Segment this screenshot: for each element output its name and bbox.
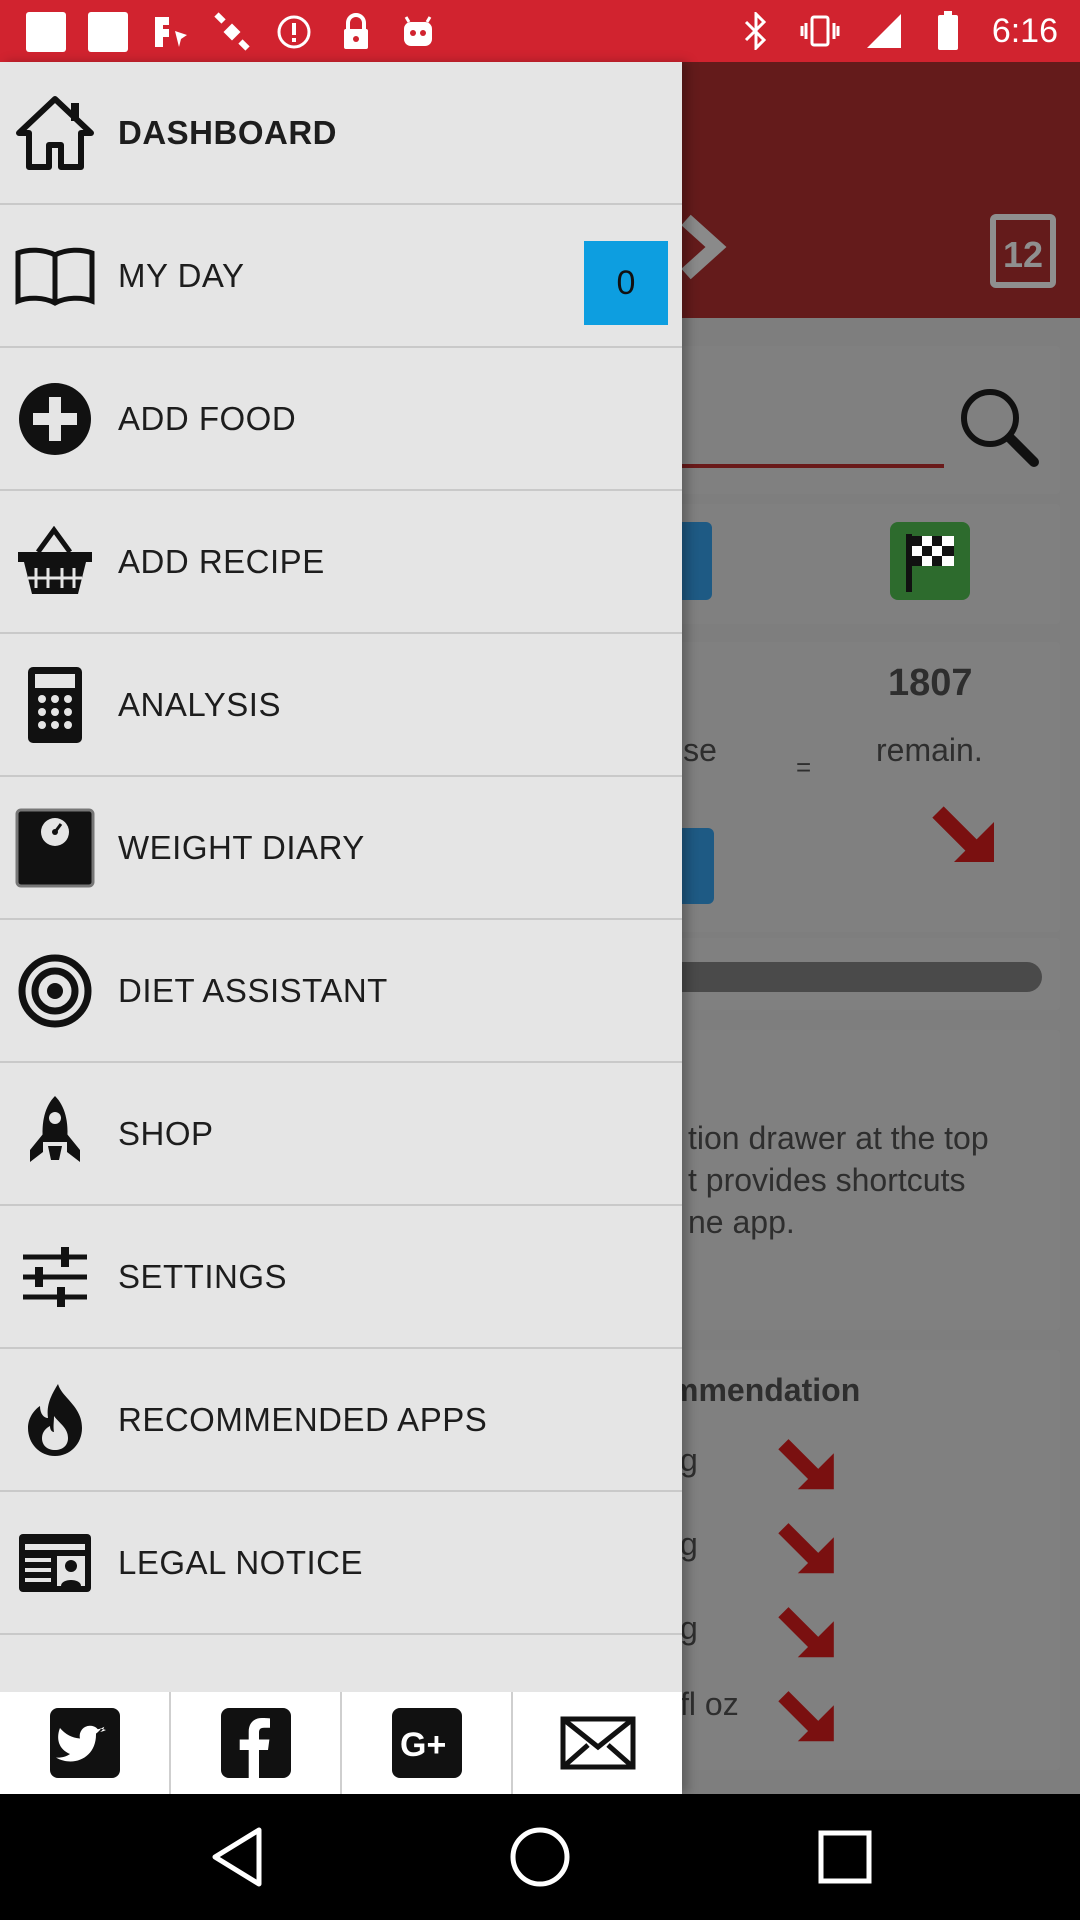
- plus-circle-icon: [14, 378, 96, 460]
- rec-arrow-icon: [778, 1428, 850, 1505]
- battery-icon: [928, 11, 968, 51]
- rec-arrow-icon: [778, 1512, 850, 1589]
- basket-icon: [14, 521, 96, 603]
- remaining-calories: 1807: [888, 662, 973, 704]
- rec-arrow-icon: [778, 1596, 850, 1673]
- tip-line-1: tion drawer at the top: [688, 1120, 989, 1156]
- menu-label-analysis: ANALYSIS: [118, 685, 281, 723]
- facebook-icon: [220, 1708, 291, 1778]
- facebook-share-button[interactable]: [171, 1692, 342, 1794]
- navigation-drawer: DASHBOARD MY DAY 0 ADD FOOD ADD RECIPE A…: [0, 62, 682, 1794]
- goal-flag-icon[interactable]: [890, 522, 970, 600]
- menu-item-add-recipe[interactable]: ADD RECIPE: [0, 491, 682, 634]
- menu-item-settings[interactable]: SETTINGS: [0, 1206, 682, 1349]
- menu-label-dashboard: DASHBOARD: [118, 113, 337, 151]
- social-share-bar: G+: [0, 1692, 682, 1794]
- remain-label: remain.: [876, 732, 983, 768]
- vibrate-icon: [800, 11, 840, 51]
- calendar-day: 12: [1002, 234, 1044, 275]
- image-icon: [88, 12, 128, 52]
- trend-arrow-icon: [932, 794, 1012, 879]
- menu-item-diet-assistant[interactable]: DIET ASSISTANT: [0, 920, 682, 1063]
- menu-item-weight-diary[interactable]: WEIGHT DIARY: [0, 777, 682, 920]
- menu-label-recommended-apps: RECOMMENDED APPS: [118, 1400, 488, 1438]
- mail-icon: [560, 1716, 635, 1770]
- google-plus-icon: G+: [391, 1708, 462, 1778]
- rec-unit-2: g: [680, 1526, 698, 1562]
- fake-gps-icon: [150, 12, 190, 52]
- status-bar: 6:16: [0, 0, 1080, 62]
- calculator-icon: [14, 664, 96, 746]
- flame-icon: [14, 1379, 96, 1461]
- search-icon[interactable]: [956, 384, 1042, 475]
- alert-icon: [274, 12, 314, 52]
- rec-unit-3: g: [680, 1610, 698, 1646]
- twitter-share-button[interactable]: [0, 1692, 171, 1794]
- android-icon: [398, 12, 438, 52]
- menu-label-diet-assistant: DIET ASSISTANT: [118, 971, 388, 1009]
- menu-item-recommended-apps[interactable]: RECOMMENDED APPS: [0, 1349, 682, 1492]
- rec-unit-4: fl oz: [680, 1686, 739, 1722]
- menu-label-my-day: MY DAY: [118, 256, 245, 294]
- menu-label-add-recipe: ADD RECIPE: [118, 542, 325, 580]
- bluetooth-icon: [736, 11, 776, 51]
- tip-line-3: ne app.: [688, 1204, 795, 1240]
- recents-icon[interactable]: [812, 1824, 878, 1890]
- sliders-icon: [14, 1236, 96, 1318]
- back-icon[interactable]: [204, 1824, 270, 1890]
- book-icon: [14, 235, 96, 317]
- id-card-icon: [14, 1522, 96, 1604]
- equals-sign: =: [796, 752, 812, 782]
- menu-label-weight-diary: WEIGHT DIARY: [118, 828, 365, 866]
- tip-line-2: t provides shortcuts: [688, 1162, 966, 1198]
- menu-label-settings: SETTINGS: [118, 1257, 288, 1295]
- image-icon: [26, 12, 66, 52]
- menu-item-my-day[interactable]: MY DAY 0: [0, 205, 682, 348]
- clock-time: 6:16: [991, 11, 1058, 50]
- menu-item-shop[interactable]: SHOP: [0, 1063, 682, 1206]
- home-circle-icon[interactable]: [507, 1824, 573, 1890]
- system-nav-bar: [0, 1794, 1080, 1920]
- menu-label-legal-notice: LEGAL NOTICE: [118, 1543, 364, 1581]
- my-day-count-badge: 0: [584, 241, 668, 325]
- rec-arrow-icon: [778, 1680, 850, 1757]
- menu-label-shop: SHOP: [118, 1114, 214, 1152]
- rocket-icon: [14, 1093, 96, 1175]
- menu-item-analysis[interactable]: ANALYSIS: [0, 634, 682, 777]
- menu-item-dashboard[interactable]: DASHBOARD: [0, 62, 682, 205]
- home-icon: [14, 92, 96, 174]
- menu-label-add-food: ADD FOOD: [118, 399, 297, 437]
- twitter-icon: [49, 1708, 120, 1778]
- scale-icon: [14, 807, 96, 889]
- target-icon: [14, 950, 96, 1032]
- calendar-icon[interactable]: 12: [990, 214, 1056, 288]
- menu-item-legal-notice[interactable]: LEGAL NOTICE: [0, 1492, 682, 1635]
- signal-icon: [864, 11, 904, 51]
- email-share-button[interactable]: [513, 1692, 682, 1794]
- satellite-icon: [212, 12, 252, 52]
- recommendation-title: mmendation: [670, 1372, 861, 1408]
- menu-item-add-food[interactable]: ADD FOOD: [0, 348, 682, 491]
- svg-text:G+: G+: [400, 1726, 446, 1764]
- rec-unit-1: g: [680, 1442, 698, 1478]
- google-plus-share-button[interactable]: G+: [342, 1692, 513, 1794]
- lock-icon: [336, 12, 376, 52]
